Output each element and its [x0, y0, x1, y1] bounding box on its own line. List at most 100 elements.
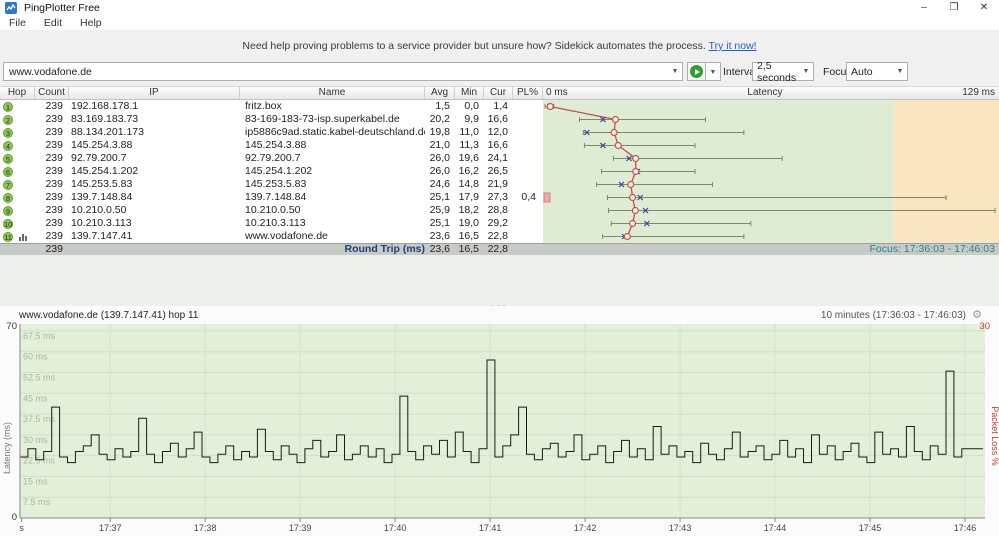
- table-row[interactable]: 6 239 145.254.1.202 145.254.1.202 26,0 16,2 26…: [0, 165, 543, 178]
- header-count[interactable]: Count: [35, 87, 69, 99]
- pl-cell: [513, 165, 543, 178]
- name-cell: 92.79.200.7: [245, 152, 301, 164]
- svg-text:17:45: 17:45: [859, 523, 882, 533]
- app-icon: [5, 2, 17, 14]
- header-min[interactable]: Min: [455, 87, 484, 99]
- cur-cell: 22,8: [487, 230, 508, 242]
- cur-cell: 12,0: [487, 126, 508, 138]
- interval-select[interactable]: 2,5 seconds ▼: [752, 59, 814, 84]
- table-row[interactable]: 8 239 139.7.148.84 139.7.148.84 25,1 17,9 27,3…: [0, 191, 543, 204]
- title-bar: PingPlotter Free – ❐ ✕: [0, 0, 999, 16]
- summary-row: 239 Round Trip (ms) 23,6 16,5 22,8 Focus…: [0, 243, 999, 255]
- pl-cell: [513, 152, 543, 165]
- table-row[interactable]: 10 239 10.210.3.113 10.210.3.113 25,1 19,0 29,…: [0, 217, 543, 230]
- count-cell: 239: [45, 204, 63, 216]
- avg-cell: 24,6: [429, 178, 450, 190]
- table-row[interactable]: 9 239 10.210.0.50 10.210.0.50 25,9 18,2 28,8: [0, 204, 543, 217]
- cur-cell: 29,2: [487, 217, 508, 229]
- svg-text:67.5 ms: 67.5 ms: [23, 331, 56, 341]
- svg-text:0: 0: [12, 512, 17, 523]
- menu-bar: File Edit Help: [0, 16, 999, 31]
- start-trace-button[interactable]: [687, 62, 706, 81]
- hop-cell: 2: [0, 113, 35, 126]
- hop-badge: 9: [3, 205, 13, 216]
- name-cell: 145.254.1.202: [245, 165, 313, 177]
- pl-cell: 0,4: [521, 191, 536, 203]
- header-avg[interactable]: Avg: [425, 87, 455, 99]
- table-row[interactable]: 3 239 88.134.201.173 ip5886c9ad.static.kabe…: [0, 126, 543, 139]
- header-name[interactable]: Name: [240, 87, 425, 99]
- latency-min-label: 0 ms: [546, 87, 568, 98]
- focus-select[interactable]: Auto ▼: [846, 62, 908, 81]
- svg-text:17:40: 17:40: [384, 523, 407, 533]
- cur-cell: 16,6: [487, 113, 508, 125]
- hop-badge: 2: [3, 114, 13, 125]
- timeline-graph[interactable]: 7.5 ms15 ms22.5 ms30 ms37.5 ms45 ms52.5 …: [0, 318, 999, 536]
- avg-cell: 25,9: [429, 204, 450, 216]
- play-icon: [690, 65, 703, 78]
- count-cell: 239: [45, 126, 63, 138]
- maximize-button[interactable]: ❐: [939, 0, 969, 16]
- min-cell: 16,2: [458, 165, 479, 177]
- chevron-down-icon: ▼: [896, 68, 904, 75]
- banner-text: Need help proving problems to a service …: [242, 40, 706, 52]
- count-cell: 239: [45, 139, 63, 151]
- ip-cell: 10.210.3.113: [71, 217, 132, 229]
- try-it-now-link[interactable]: Try it now!: [709, 40, 757, 52]
- round-trip-label: Round Trip (ms): [344, 243, 426, 255]
- header-cur[interactable]: Cur: [484, 87, 513, 99]
- latency-title: Latency: [747, 87, 783, 98]
- menu-edit[interactable]: Edit: [35, 16, 71, 30]
- name-cell: 83-169-183-73-isp.superkabel.de: [245, 113, 400, 125]
- min-cell: 16,5: [458, 230, 479, 242]
- menu-help[interactable]: Help: [71, 16, 111, 30]
- menu-file[interactable]: File: [0, 16, 35, 30]
- avg-cell: 21,0: [429, 139, 450, 151]
- header-hop[interactable]: Hop: [0, 87, 35, 99]
- table-row[interactable]: 2 239 83.169.183.73 83-169-183-73-isp.super…: [0, 113, 543, 126]
- svg-text:45 ms: 45 ms: [23, 393, 48, 403]
- avg-cell: 20,2: [429, 113, 450, 125]
- hop-badge: 11: [3, 231, 13, 242]
- ip-cell: 139.7.148.84: [71, 191, 133, 203]
- table-header: Hop Count IP Name Avg Min Cur PL% 0 ms L…: [0, 86, 999, 100]
- min-cell: 9,9: [464, 113, 479, 125]
- latency-max-label: 129 ms: [962, 87, 995, 98]
- name-cell: 145.254.3.88: [245, 139, 307, 151]
- ip-cell: 192.168.178.1: [71, 100, 139, 112]
- table-row[interactable]: 7 239 145.253.5.83 145.253.5.83 24,6 14,8 21,9: [0, 178, 543, 191]
- min-cell: 18,2: [458, 204, 479, 216]
- interval-value: 2,5 seconds: [757, 59, 797, 84]
- header-ip[interactable]: IP: [69, 87, 240, 99]
- table-row[interactable]: 4 239 145.254.3.88 145.254.3.88 21,0 11,3 16,6: [0, 139, 543, 152]
- summary-cur: 22,8: [487, 243, 508, 255]
- close-button[interactable]: ✕: [969, 0, 999, 16]
- svg-text:17:44: 17:44: [764, 523, 787, 533]
- header-pl[interactable]: PL%: [513, 87, 543, 99]
- hop-cell: 11: [0, 230, 35, 243]
- count-cell: 239: [45, 100, 63, 112]
- chevron-down-icon[interactable]: ▼: [668, 68, 682, 75]
- summary-avg: 23,6: [429, 243, 450, 255]
- ip-cell: 145.254.3.88: [71, 139, 133, 151]
- svg-text:37.5 ms: 37.5 ms: [23, 414, 56, 424]
- min-cell: 11,0: [459, 126, 479, 138]
- count-cell: 239: [45, 113, 63, 125]
- minimize-button[interactable]: –: [909, 0, 939, 16]
- hop-cell: 5: [0, 152, 35, 165]
- table-row[interactable]: 5 239 92.79.200.7 92.79.200.7 26,0 19,6 24,1: [0, 152, 543, 165]
- target-combobox[interactable]: www.vodafone.de ▼: [3, 62, 683, 81]
- hop-cell: 9: [0, 204, 35, 217]
- start-options-dropdown[interactable]: ▼: [706, 62, 721, 81]
- table-row[interactable]: 11 239 139.7.147.41 www.vodafone.de 23,6 16,5…: [0, 230, 543, 243]
- avg-cell: 26,0: [429, 152, 450, 164]
- pl-cell: [513, 178, 543, 191]
- ip-cell: 83.169.183.73: [71, 113, 139, 125]
- table-row[interactable]: 1 239 192.168.178.1 fritz.box 1,5 0,0 1,4: [0, 100, 543, 113]
- pl-cell: [513, 139, 543, 152]
- ip-cell: 145.254.1.202: [71, 165, 139, 177]
- name-cell: 10.210.3.113: [245, 217, 306, 229]
- hop-cell: 10: [0, 217, 35, 230]
- svg-text:s: s: [19, 523, 24, 533]
- hop-cell: 6: [0, 165, 35, 178]
